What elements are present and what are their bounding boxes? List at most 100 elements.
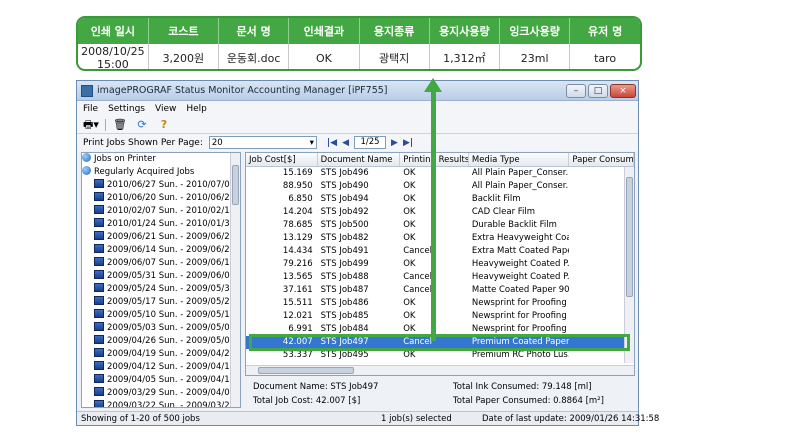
- summary-header: 코스트: [148, 18, 220, 44]
- previous-page-icon[interactable]: ◀: [342, 138, 349, 148]
- tree-item-week[interactable]: 2009/05/17 Sun. - 2009/05/23 Sat.: [82, 296, 240, 309]
- toolbar-separator: [105, 118, 106, 131]
- table-row[interactable]: 79.216 STS Job499 OK Heavyweight Coated P..…: [246, 258, 634, 271]
- page-number-field[interactable]: 1/25: [354, 136, 387, 149]
- summary-table: 인쇄 일시 코스트 문서 명 인쇄결과 용지종류 용지사용량 잉크사용량 유저 …: [76, 16, 642, 71]
- table-cell: 42.007: [282, 337, 313, 347]
- table-row[interactable]: 14.434 STS Job491 Cancel Extra Matt Coated …: [246, 245, 634, 258]
- tree-item-regularly-acquired[interactable]: Regularly Acquired Jobs: [82, 166, 240, 179]
- title-bar[interactable]: imagePROGRAF Status Monitor Accounting M…: [77, 81, 638, 101]
- tree-item-label: 2009/05/03 Sun. - 2009/05/09 Sat.: [107, 323, 241, 333]
- status-selected: 1 job(s) selected: [381, 414, 452, 424]
- table-row[interactable]: 88.950 STS Job490 OK All Plain Paper_Conser…: [246, 180, 634, 193]
- tree-item-label: 2009/03/22 Sun. - 2009/03/28 Sat.: [107, 401, 241, 408]
- table-cell: Extra Matt Coated Paper: [471, 246, 570, 256]
- tree-item-week[interactable]: 2009/05/24 Sun. - 2009/05/30 Sat.: [82, 283, 240, 296]
- tree-item-week[interactable]: 2009/04/19 Sun. - 2009/04/25 Sat.: [82, 348, 240, 361]
- summary-header: 잉크사용량: [499, 18, 571, 44]
- menu-help[interactable]: Help: [186, 104, 207, 114]
- per-page-select[interactable]: 20 ▾: [208, 136, 317, 149]
- table-row[interactable]: 12.021 STS Job485 OK Newsprint for Proofing…: [246, 310, 634, 323]
- table-cell: CAD Clear Film: [471, 207, 536, 217]
- tree-item-label: 2009/05/31 Sun. - 2009/06/06 Sat.: [107, 271, 241, 281]
- tree-item-label: 2009/03/29 Sun. - 2009/04/04 Sat.: [107, 388, 241, 398]
- maximize-button[interactable]: □: [588, 83, 608, 98]
- column-media-type[interactable]: Media Type: [469, 153, 570, 166]
- last-page-icon[interactable]: ▶|: [403, 138, 413, 148]
- status-last-update: Date of last update: 2009/01/26 14:31:58: [482, 414, 660, 424]
- table-cell: STS Job492: [320, 207, 369, 217]
- tree-item-label: 2009/04/12 Sun. - 2009/04/18 Sat.: [107, 362, 241, 372]
- table-row[interactable]: 15.511 STS Job486 OK Newsprint for Proofing…: [246, 297, 634, 310]
- menu-bar: File Settings View Help: [77, 101, 638, 116]
- column-document-name[interactable]: Document Name: [318, 153, 401, 166]
- tree-item-week[interactable]: 2009/04/26 Sun. - 2009/05/02 Sat.: [82, 335, 240, 348]
- tree-item-label: 2010/06/27 Sun. - 2010/07/03 Sat.: [107, 180, 241, 190]
- tree-item-week[interactable]: 2009/05/31 Sun. - 2009/06/06 Sat.: [82, 270, 240, 283]
- scroll-thumb[interactable]: [232, 165, 239, 205]
- table-cell: 88.950: [282, 181, 313, 191]
- tree-item-week[interactable]: 2009/03/22 Sun. - 2009/03/28 Sat.: [82, 400, 241, 408]
- table-cell: Heavyweight Coated P...: [471, 259, 570, 269]
- tree-item-week[interactable]: 2009/03/29 Sun. - 2009/04/04 Sat.: [82, 387, 240, 400]
- scroll-thumb[interactable]: [626, 177, 633, 297]
- table-row[interactable]: 13.129 STS Job482 OK Extra Heavyweight Coa.…: [246, 232, 634, 245]
- column-paper-consumed[interactable]: Paper Consume: [569, 153, 634, 166]
- list-horizontal-scrollbar[interactable]: [246, 365, 634, 375]
- tree-item-week[interactable]: 2010/01/24 Sun. - 2010/01/30 Sat.: [82, 218, 240, 231]
- tree-item-week[interactable]: 2010/06/27 Sun. - 2010/07/03 Sat.: [82, 179, 240, 192]
- detail-total-cost: Total Job Cost: 42.007 [$]: [253, 396, 361, 406]
- printer-dropdown-icon[interactable]: 🖶▾: [83, 118, 99, 132]
- table-cell: 13.565: [282, 272, 313, 282]
- minimize-button[interactable]: –: [566, 83, 586, 98]
- table-cell: STS Job496: [320, 168, 369, 178]
- tree-item-week[interactable]: 2009/06/14 Sun. - 2009/06/20 Sat.: [82, 244, 240, 257]
- table-row[interactable]: 53.337 STS Job495 OK Premium RC Photo Lus..…: [246, 349, 634, 362]
- tree-item-week[interactable]: 2009/04/05 Sun. - 2009/04/11 Sat.: [82, 374, 240, 387]
- menu-file[interactable]: File: [83, 104, 98, 114]
- table-row[interactable]: 37.161 STS Job487 Cancel Matte Coated Paper…: [246, 284, 634, 297]
- table-row[interactable]: 78.685 STS Job500 OK Durable Backlit Film: [246, 219, 634, 232]
- tree-item-week[interactable]: 2010/02/07 Sun. - 2010/02/13 Sat.: [82, 205, 240, 218]
- first-page-icon[interactable]: |◀: [327, 138, 337, 148]
- table-cell: STS Job497: [320, 337, 369, 347]
- tree-item-week[interactable]: 2009/06/07 Sun. - 2009/06/13 Sat.: [82, 257, 240, 270]
- table-cell: Backlit Film: [471, 194, 521, 204]
- list-header: Job Cost[$] Document Name Printing Resul…: [246, 153, 634, 167]
- summary-header: 용지사용량: [429, 18, 501, 44]
- tree-item-week[interactable]: 2009/04/12 Sun. - 2009/04/18 Sat.: [82, 361, 240, 374]
- table-row[interactable]: 15.169 STS Job496 OK All Plain Paper_Conser…: [246, 167, 634, 180]
- job-log-icon: [94, 179, 104, 188]
- table-row[interactable]: 13.565 STS Job488 Cancel Heavyweight Coated…: [246, 271, 634, 284]
- list-vertical-scrollbar[interactable]: [624, 167, 634, 363]
- table-row[interactable]: 6.991 STS Job484 OK Newsprint for Proofing …: [246, 323, 634, 336]
- close-button[interactable]: ×: [610, 83, 636, 98]
- tree-item-week[interactable]: 2010/06/20 Sun. - 2010/06/26 Sat.: [82, 192, 240, 205]
- tree-item-week[interactable]: 2009/05/10 Sun. - 2009/05/16 Sat.: [82, 309, 240, 322]
- table-row[interactable]: 6.850 STS Job494 OK Backlit Film: [246, 193, 634, 206]
- summary-value: 23ml: [499, 44, 571, 69]
- tree-item-week[interactable]: 2009/05/03 Sun. - 2009/05/09 Sat.: [82, 322, 240, 335]
- refresh-icon[interactable]: ⟳: [134, 118, 150, 132]
- tree-item-week[interactable]: 2009/06/21 Sun. - 2009/06/27 Sat.: [82, 231, 240, 244]
- printer-jobs-icon: [82, 153, 91, 162]
- tree-item-label: 2010/01/24 Sun. - 2010/01/30 Sat.: [107, 219, 241, 229]
- app-icon: [81, 84, 93, 97]
- regular-jobs-icon: [82, 166, 91, 175]
- summary-value: 1,312㎡: [429, 44, 501, 69]
- job-log-icon: [94, 374, 104, 383]
- tree-item-label: 2009/06/07 Sun. - 2009/06/13 Sat.: [107, 258, 241, 268]
- job-log-icon: [94, 192, 104, 201]
- tree-scrollbar[interactable]: [230, 153, 240, 407]
- table-row[interactable]: 42.007 STS Job497 Cancel Premium Coated Pap…: [246, 336, 634, 349]
- scroll-thumb[interactable]: [258, 367, 354, 374]
- column-job-cost[interactable]: Job Cost[$]: [246, 153, 318, 166]
- table-row[interactable]: 14.204 STS Job492 OK CAD Clear Film: [246, 206, 634, 219]
- tree-item-jobs-on-printer[interactable]: Jobs on Printer: [82, 153, 240, 166]
- menu-view[interactable]: View: [155, 104, 176, 114]
- help-icon[interactable]: ?: [156, 118, 172, 132]
- next-page-icon[interactable]: ▶: [391, 138, 398, 148]
- summary-value: 광택지: [359, 44, 430, 69]
- delete-icon[interactable]: 🗑: [112, 118, 128, 132]
- menu-settings[interactable]: Settings: [108, 104, 145, 114]
